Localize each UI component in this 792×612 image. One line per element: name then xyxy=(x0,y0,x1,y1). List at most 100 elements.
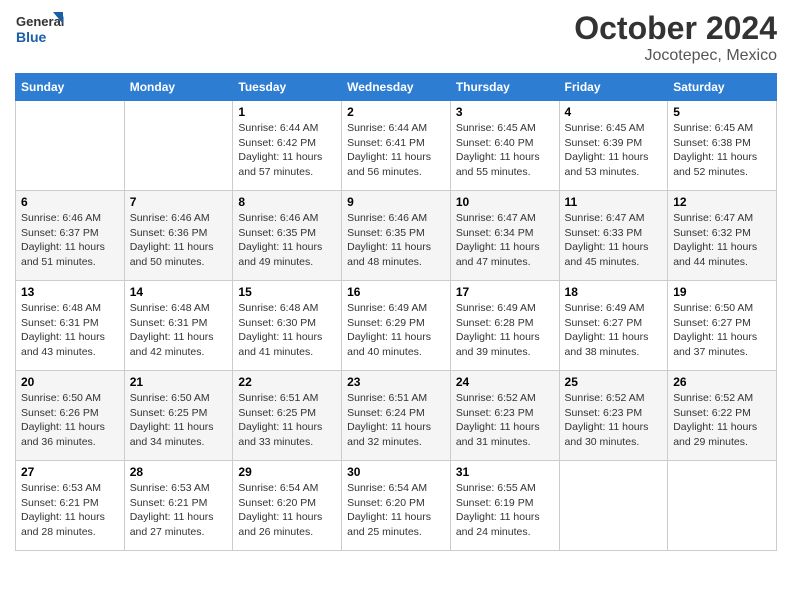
day-info: Sunrise: 6:46 AM Sunset: 6:35 PM Dayligh… xyxy=(347,211,445,270)
day-info: Sunrise: 6:52 AM Sunset: 6:23 PM Dayligh… xyxy=(456,391,554,450)
week-row-2: 6 Sunrise: 6:46 AM Sunset: 6:37 PM Daylig… xyxy=(16,191,777,281)
calendar-cell: 13Sunrise: 6:48 AM Sunset: 6:31 PM Dayli… xyxy=(16,281,125,371)
calendar-cell: 21 Sunrise: 6:50 AM Sunset: 6:25 PM Dayli… xyxy=(124,371,233,461)
day-number: 25 xyxy=(565,375,663,389)
month-title: October 2024 xyxy=(574,10,777,47)
calendar-cell: 22 Sunrise: 6:51 AM Sunset: 6:25 PM Dayli… xyxy=(233,371,342,461)
day-number: 7 xyxy=(130,195,228,209)
day-info: Sunrise: 6:45 AM Sunset: 6:39 PM Dayligh… xyxy=(565,121,663,180)
location: Jocotepec, Mexico xyxy=(574,47,777,65)
day-number: 27 xyxy=(21,465,119,479)
calendar-table: SundayMondayTuesdayWednesdayThursdayFrid… xyxy=(15,73,777,551)
day-info: Sunrise: 6:47 AM Sunset: 6:34 PM Dayligh… xyxy=(456,211,554,270)
day-number: 3 xyxy=(456,105,554,119)
logo: General Blue xyxy=(15,10,65,52)
day-info: Sunrise: 6:50 AM Sunset: 6:27 PM Dayligh… xyxy=(673,301,771,360)
calendar-cell: 30 Sunrise: 6:54 AM Sunset: 6:20 PM Dayli… xyxy=(342,461,451,551)
day-info: Sunrise: 6:47 AM Sunset: 6:32 PM Dayligh… xyxy=(673,211,771,270)
calendar-cell: 3 Sunrise: 6:45 AM Sunset: 6:40 PM Daylig… xyxy=(450,101,559,191)
page-header: General Blue October 2024 Jocotepec, Mex… xyxy=(15,10,777,65)
calendar-cell: 26 Sunrise: 6:52 AM Sunset: 6:22 PM Dayli… xyxy=(668,371,777,461)
svg-text:Blue: Blue xyxy=(16,29,47,45)
week-row-4: 20 Sunrise: 6:50 AM Sunset: 6:26 PM Dayli… xyxy=(16,371,777,461)
weekday-friday: Friday xyxy=(559,74,668,101)
logo-svg: General Blue xyxy=(15,10,65,52)
weekday-sunday: Sunday xyxy=(16,74,125,101)
day-info: Sunrise: 6:54 AM Sunset: 6:20 PM Dayligh… xyxy=(347,481,445,540)
calendar-cell: 5 Sunrise: 6:45 AM Sunset: 6:38 PM Daylig… xyxy=(668,101,777,191)
day-info: Sunrise: 6:48 AM Sunset: 6:31 PM Dayligh… xyxy=(130,301,228,360)
day-info: Sunrise: 6:51 AM Sunset: 6:24 PM Dayligh… xyxy=(347,391,445,450)
day-info: Sunrise: 6:53 AM Sunset: 6:21 PM Dayligh… xyxy=(130,481,228,540)
weekday-wednesday: Wednesday xyxy=(342,74,451,101)
calendar-cell: 29Sunrise: 6:54 AM Sunset: 6:20 PM Dayli… xyxy=(233,461,342,551)
day-info: Sunrise: 6:51 AM Sunset: 6:25 PM Dayligh… xyxy=(238,391,336,450)
weekday-monday: Monday xyxy=(124,74,233,101)
calendar-cell: 8Sunrise: 6:46 AM Sunset: 6:35 PM Daylig… xyxy=(233,191,342,281)
day-info: Sunrise: 6:52 AM Sunset: 6:22 PM Dayligh… xyxy=(673,391,771,450)
day-number: 9 xyxy=(347,195,445,209)
day-info: Sunrise: 6:53 AM Sunset: 6:21 PM Dayligh… xyxy=(21,481,119,540)
day-number: 10 xyxy=(456,195,554,209)
day-number: 28 xyxy=(130,465,228,479)
day-number: 12 xyxy=(673,195,771,209)
calendar-cell: 18Sunrise: 6:49 AM Sunset: 6:27 PM Dayli… xyxy=(559,281,668,371)
day-number: 11 xyxy=(565,195,663,209)
day-info: Sunrise: 6:52 AM Sunset: 6:23 PM Dayligh… xyxy=(565,391,663,450)
calendar-cell: 16Sunrise: 6:49 AM Sunset: 6:29 PM Dayli… xyxy=(342,281,451,371)
day-number: 20 xyxy=(21,375,119,389)
day-number: 26 xyxy=(673,375,771,389)
day-number: 2 xyxy=(347,105,445,119)
day-info: Sunrise: 6:50 AM Sunset: 6:26 PM Dayligh… xyxy=(21,391,119,450)
day-number: 30 xyxy=(347,465,445,479)
week-row-3: 13 Sunrise: 6:48 AM Sunset: 6:31 PM Dayli… xyxy=(16,281,777,371)
calendar-cell: 24 Sunrise: 6:52 AM Sunset: 6:23 PM Dayli… xyxy=(450,371,559,461)
day-number: 22 xyxy=(238,375,336,389)
calendar-cell: 11 Sunrise: 6:47 AM Sunset: 6:33 PM Dayli… xyxy=(559,191,668,281)
calendar-cell: 7 Sunrise: 6:46 AM Sunset: 6:36 PM Daylig… xyxy=(124,191,233,281)
day-info: Sunrise: 6:46 AM Sunset: 6:36 PM Dayligh… xyxy=(130,211,228,270)
calendar-cell: 10 Sunrise: 6:47 AM Sunset: 6:34 PM Dayli… xyxy=(450,191,559,281)
day-info: Sunrise: 6:47 AM Sunset: 6:33 PM Dayligh… xyxy=(565,211,663,270)
calendar-cell: 19Sunrise: 6:50 AM Sunset: 6:27 PM Dayli… xyxy=(668,281,777,371)
calendar-cell: 6 Sunrise: 6:46 AM Sunset: 6:37 PM Daylig… xyxy=(16,191,125,281)
day-number: 17 xyxy=(456,285,554,299)
day-number: 14 xyxy=(130,285,228,299)
day-info: Sunrise: 6:45 AM Sunset: 6:40 PM Dayligh… xyxy=(456,121,554,180)
day-number: 18 xyxy=(565,285,663,299)
calendar-cell xyxy=(124,101,233,191)
day-info: Sunrise: 6:49 AM Sunset: 6:28 PM Dayligh… xyxy=(456,301,554,360)
day-info: Sunrise: 6:48 AM Sunset: 6:30 PM Dayligh… xyxy=(238,301,336,360)
day-info: Sunrise: 6:44 AM Sunset: 6:42 PM Dayligh… xyxy=(238,121,336,180)
calendar-cell: 14 Sunrise: 6:48 AM Sunset: 6:31 PM Dayli… xyxy=(124,281,233,371)
day-number: 21 xyxy=(130,375,228,389)
calendar-cell: 1Sunrise: 6:44 AM Sunset: 6:42 PM Daylig… xyxy=(233,101,342,191)
day-info: Sunrise: 6:46 AM Sunset: 6:35 PM Dayligh… xyxy=(238,211,336,270)
weekday-saturday: Saturday xyxy=(668,74,777,101)
day-info: Sunrise: 6:45 AM Sunset: 6:38 PM Dayligh… xyxy=(673,121,771,180)
calendar-cell: 20 Sunrise: 6:50 AM Sunset: 6:26 PM Dayli… xyxy=(16,371,125,461)
day-number: 15 xyxy=(238,285,336,299)
calendar-cell: 9 Sunrise: 6:46 AM Sunset: 6:35 PM Daylig… xyxy=(342,191,451,281)
day-number: 31 xyxy=(456,465,554,479)
week-row-5: 27 Sunrise: 6:53 AM Sunset: 6:21 PM Dayli… xyxy=(16,461,777,551)
day-number: 4 xyxy=(565,105,663,119)
calendar-cell: 12 Sunrise: 6:47 AM Sunset: 6:32 PM Dayli… xyxy=(668,191,777,281)
calendar-cell: 27 Sunrise: 6:53 AM Sunset: 6:21 PM Dayli… xyxy=(16,461,125,551)
calendar-cell: 25 Sunrise: 6:52 AM Sunset: 6:23 PM Dayli… xyxy=(559,371,668,461)
day-info: Sunrise: 6:50 AM Sunset: 6:25 PM Dayligh… xyxy=(130,391,228,450)
calendar-cell: 31Sunrise: 6:55 AM Sunset: 6:19 PM Dayli… xyxy=(450,461,559,551)
day-info: Sunrise: 6:44 AM Sunset: 6:41 PM Dayligh… xyxy=(347,121,445,180)
week-row-1: 1Sunrise: 6:44 AM Sunset: 6:42 PM Daylig… xyxy=(16,101,777,191)
weekday-thursday: Thursday xyxy=(450,74,559,101)
day-number: 24 xyxy=(456,375,554,389)
calendar-cell: 28 Sunrise: 6:53 AM Sunset: 6:21 PM Dayli… xyxy=(124,461,233,551)
calendar-cell xyxy=(668,461,777,551)
day-info: Sunrise: 6:46 AM Sunset: 6:37 PM Dayligh… xyxy=(21,211,119,270)
day-number: 13 xyxy=(21,285,119,299)
day-number: 6 xyxy=(21,195,119,209)
day-number: 5 xyxy=(673,105,771,119)
calendar-cell xyxy=(16,101,125,191)
day-number: 23 xyxy=(347,375,445,389)
day-number: 29 xyxy=(238,465,336,479)
